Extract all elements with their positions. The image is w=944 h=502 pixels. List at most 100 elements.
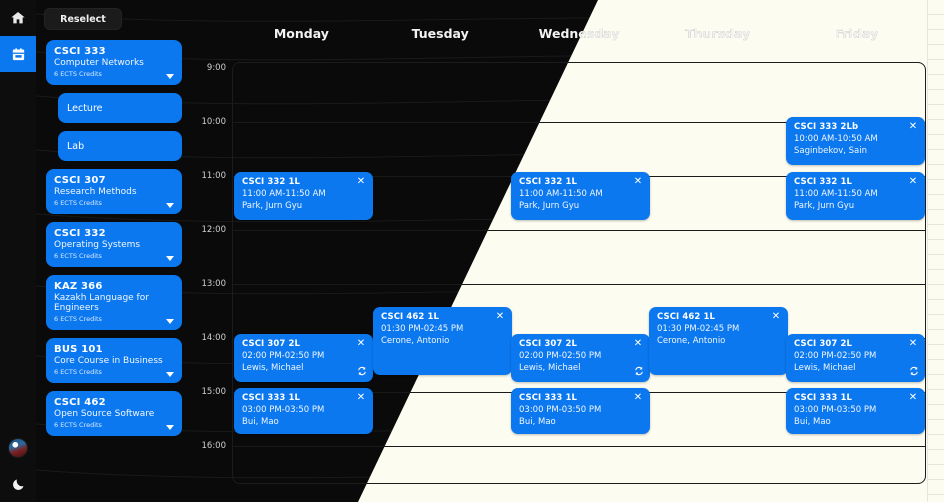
course-code: CSCI 307 bbox=[54, 175, 106, 186]
event-title: CSCI 307 2L bbox=[519, 339, 578, 349]
event-time-range: 11:00 AM-11:50 AM bbox=[794, 189, 878, 199]
event-time-range: 03:00 PM-03:50 PM bbox=[519, 405, 602, 415]
close-icon[interactable]: ✕ bbox=[632, 338, 644, 350]
close-icon[interactable]: ✕ bbox=[907, 338, 919, 350]
swap-section-icon[interactable] bbox=[633, 365, 645, 377]
event-title: CSCI 462 1L bbox=[381, 312, 440, 322]
close-icon[interactable]: ✕ bbox=[355, 176, 367, 188]
course-name: Kazakh Language for Engineers bbox=[54, 293, 149, 313]
event-card[interactable]: CSCI 332 1L 11:00 AM-11:50 AM Park, Jurn G… bbox=[786, 172, 925, 220]
close-icon[interactable]: ✕ bbox=[355, 392, 367, 404]
chevron-down-icon[interactable] bbox=[166, 203, 174, 208]
close-icon[interactable]: ✕ bbox=[355, 338, 367, 350]
course-credits: 6 ECTS Credits bbox=[54, 70, 102, 78]
event-time-range: 03:00 PM-03:50 PM bbox=[242, 405, 325, 415]
event-card[interactable]: CSCI 332 1L 11:00 AM-11:50 AM Park, Jurn G… bbox=[234, 172, 373, 220]
close-icon[interactable]: ✕ bbox=[494, 311, 506, 323]
course-section-lecture[interactable]: Lecture bbox=[58, 93, 182, 123]
time-label-13-00: 13:00 bbox=[201, 279, 227, 289]
avatar bbox=[8, 438, 28, 458]
course-section-lab[interactable]: Lab bbox=[58, 131, 182, 161]
moon-icon bbox=[12, 479, 23, 490]
event-card[interactable]: CSCI 307 2L 02:00 PM-02:50 PM Lewis, Micha… bbox=[511, 334, 650, 382]
time-label-15-00: 15:00 bbox=[201, 387, 227, 397]
reselect-button[interactable]: Reselect bbox=[44, 8, 122, 30]
close-icon[interactable]: ✕ bbox=[907, 176, 919, 188]
event-card[interactable]: CSCI 462 1L 01:30 PM-02:45 PM Cerone, Anto… bbox=[649, 307, 788, 375]
hour-gridline bbox=[232, 230, 926, 231]
swap-section-icon[interactable] bbox=[356, 365, 368, 377]
event-instructor: Cerone, Antonio bbox=[657, 336, 726, 346]
course-code: BUS 101 bbox=[54, 344, 103, 355]
close-icon[interactable]: ✕ bbox=[907, 121, 919, 133]
course-credits: 6 ECTS Credits bbox=[54, 199, 102, 207]
swap-section-icon[interactable] bbox=[908, 365, 920, 377]
event-card[interactable]: CSCI 333 1L 03:00 PM-03:50 PM Bui, Mao ✕ bbox=[786, 388, 925, 434]
event-card[interactable]: CSCI 332 1L 11:00 AM-11:50 AM Park, Jurn G… bbox=[511, 172, 650, 220]
close-icon[interactable]: ✕ bbox=[632, 176, 644, 188]
time-label-14-00: 14:00 bbox=[201, 333, 227, 343]
event-instructor: Saginbekov, Sain bbox=[794, 146, 867, 156]
time-label-10-00: 10:00 bbox=[201, 117, 227, 127]
nav-item-calendar[interactable] bbox=[0, 36, 36, 72]
day-header-thursday: Thursday bbox=[685, 26, 751, 41]
close-icon[interactable]: ✕ bbox=[907, 392, 919, 404]
event-instructor: Lewis, Michael bbox=[242, 363, 304, 373]
event-card[interactable]: CSCI 333 1L 03:00 PM-03:50 PM Bui, Mao ✕ bbox=[511, 388, 650, 434]
event-title: CSCI 307 2L bbox=[242, 339, 301, 349]
course-card-csci-332[interactable]: CSCI 332 Operating Systems 6 ECTS Credits bbox=[46, 222, 182, 267]
event-title: CSCI 307 2L bbox=[794, 339, 853, 349]
nav-item-theme-toggle[interactable] bbox=[0, 466, 36, 502]
day-header-friday: Friday bbox=[834, 26, 879, 41]
app-root: 9:00 10:00 11:00 12:00 13:00 14:00 15:00 16:00 … bbox=[0, 0, 944, 502]
event-card[interactable]: CSCI 333 2Lb 10:00 AM-10:50 AM Saginbekov,… bbox=[786, 117, 925, 165]
event-instructor: Bui, Mao bbox=[519, 417, 556, 427]
nav-item-home[interactable] bbox=[0, 0, 36, 36]
course-sidebar: Reselect CSCI 333 Computer Networks 6 ECTS… bbox=[36, 0, 192, 502]
event-card[interactable]: CSCI 462 1L 01:30 PM-02:45 PM Cerone, Anto… bbox=[373, 307, 512, 375]
course-card-kaz-366[interactable]: KAZ 366 Kazakh Language for Engineers 6 EC… bbox=[46, 275, 182, 330]
event-instructor: Park, Jurn Gyu bbox=[519, 201, 580, 211]
event-instructor: Bui, Mao bbox=[794, 417, 831, 427]
nav-rail bbox=[0, 0, 36, 502]
event-time-range: 02:00 PM-02:50 PM bbox=[242, 351, 325, 361]
event-title: CSCI 462 1L bbox=[657, 312, 716, 322]
event-instructor: Cerone, Antonio bbox=[381, 336, 450, 346]
event-card[interactable]: CSCI 307 2L 02:00 PM-02:50 PM Lewis, Micha… bbox=[234, 334, 373, 382]
chevron-down-icon[interactable] bbox=[166, 319, 174, 324]
event-card[interactable]: CSCI 307 2L 02:00 PM-02:50 PM Lewis, Micha… bbox=[786, 334, 925, 382]
event-title: CSCI 333 2Lb bbox=[794, 122, 859, 132]
hour-gridline bbox=[232, 284, 926, 285]
course-credits: 6 ECTS Credits bbox=[54, 252, 102, 260]
event-instructor: Lewis, Michael bbox=[519, 363, 581, 373]
day-header-tuesday: Tuesday bbox=[411, 26, 469, 41]
time-label-12-00: 12:00 bbox=[201, 225, 227, 235]
course-code: CSCI 462 bbox=[54, 397, 106, 408]
course-name: Open Source Software bbox=[54, 409, 155, 419]
event-instructor: Park, Jurn Gyu bbox=[794, 201, 855, 211]
event-title: CSCI 332 1L bbox=[242, 177, 301, 187]
course-credits: 6 ECTS Credits bbox=[54, 315, 102, 323]
hour-gridline bbox=[232, 446, 926, 447]
day-header-monday: Monday bbox=[273, 26, 329, 41]
nav-item-profile[interactable] bbox=[0, 430, 36, 466]
course-card-csci-333[interactable]: CSCI 333 Computer Networks 6 ECTS Credits bbox=[46, 40, 182, 85]
course-name: Computer Networks bbox=[54, 58, 144, 68]
course-name: Core Course in Business bbox=[54, 356, 163, 366]
close-icon[interactable]: ✕ bbox=[632, 392, 644, 404]
chevron-down-icon[interactable] bbox=[166, 372, 174, 377]
chevron-down-icon[interactable] bbox=[166, 74, 174, 79]
event-card[interactable]: CSCI 333 1L 03:00 PM-03:50 PM Bui, Mao ✕ bbox=[234, 388, 373, 434]
event-instructor: Bui, Mao bbox=[242, 417, 279, 427]
chevron-down-icon[interactable] bbox=[166, 256, 174, 261]
course-card-bus-101[interactable]: BUS 101 Core Course in Business 6 ECTS Cre… bbox=[46, 338, 182, 383]
course-card-csci-462[interactable]: CSCI 462 Open Source Software 6 ECTS Credi… bbox=[46, 391, 182, 436]
event-time-range: 10:00 AM-10:50 AM bbox=[794, 134, 878, 144]
course-name: Operating Systems bbox=[54, 240, 141, 250]
calendar-icon bbox=[12, 47, 24, 60]
close-icon[interactable]: ✕ bbox=[770, 311, 782, 323]
time-label-9-00: 9:00 bbox=[206, 63, 226, 73]
event-time-range: 01:30 PM-02:45 PM bbox=[381, 324, 464, 334]
course-card-csci-307[interactable]: CSCI 307 Research Methods 6 ECTS Credits bbox=[46, 169, 182, 214]
chevron-down-icon[interactable] bbox=[166, 425, 174, 430]
